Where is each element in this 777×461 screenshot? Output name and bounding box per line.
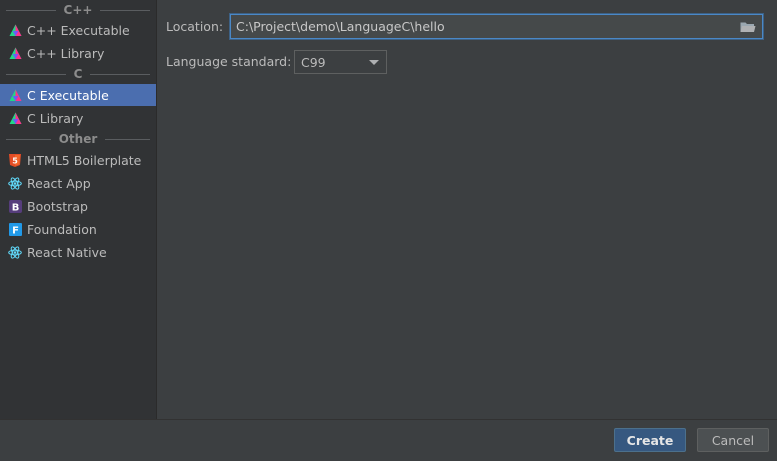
sidebar-item-label: Bootstrap — [27, 198, 88, 214]
svg-text:B: B — [11, 202, 19, 213]
location-field[interactable]: C:\Project\demo\LanguageC\hello — [230, 14, 763, 39]
clion-icon — [8, 23, 22, 37]
group-title: C++ — [63, 3, 93, 17]
sidebar-item-label: C++ Library — [27, 45, 105, 61]
clion-icon — [8, 46, 22, 60]
react-icon — [8, 245, 22, 259]
bootstrap-icon: B — [8, 199, 22, 213]
sidebar-item-label: Foundation — [27, 221, 97, 237]
create-button[interactable]: Create — [614, 428, 686, 452]
react-icon — [8, 176, 22, 190]
foundation-icon: F — [8, 222, 22, 236]
group-title: Other — [58, 132, 98, 146]
sidebar-item-label: HTML5 Boilerplate — [27, 152, 142, 168]
sidebar-item-foundation[interactable]: F Foundation — [0, 218, 156, 240]
sidebar-item-react-native[interactable]: React Native — [0, 241, 156, 263]
clion-icon — [8, 111, 22, 125]
sidebar-item-html5-boilerplate[interactable]: 5 HTML5 Boilerplate — [0, 149, 156, 171]
group-header-cpp: C++ — [0, 3, 156, 17]
sidebar-item-c-executable[interactable]: C Executable — [0, 84, 156, 106]
sidebar-item-react-app[interactable]: React App — [0, 172, 156, 194]
sidebar-item-bootstrap[interactable]: B Bootstrap — [0, 195, 156, 217]
sidebar-item-label: C Library — [27, 110, 84, 126]
sidebar-item-label: React App — [27, 175, 91, 191]
sidebar-item-label: React Native — [27, 244, 107, 260]
cancel-button[interactable]: Cancel — [697, 428, 769, 452]
html5-icon: 5 — [8, 153, 22, 167]
chevron-down-icon — [369, 59, 379, 65]
sidebar-item-cpp-executable[interactable]: C++ Executable — [0, 19, 156, 41]
language-standard-select[interactable]: C99 — [294, 50, 387, 74]
sidebar-item-label: C++ Executable — [27, 22, 130, 38]
language-standard-value: C99 — [301, 54, 326, 70]
sidebar-item-c-library[interactable]: C Library — [0, 107, 156, 129]
language-standard-label: Language standard: — [166, 54, 292, 69]
svg-text:5: 5 — [12, 156, 18, 165]
group-header-other: Other — [0, 132, 156, 146]
folder-icon[interactable] — [740, 20, 758, 34]
sidebar-item-label: C Executable — [27, 87, 109, 103]
project-type-sidebar: C++ C++ Executable C++ Library C C Execu… — [0, 0, 157, 419]
location-input[interactable]: C:\Project\demo\LanguageC\hello — [236, 19, 740, 34]
sidebar-item-cpp-library[interactable]: C++ Library — [0, 42, 156, 64]
group-header-c: C — [0, 67, 156, 81]
location-label: Location: — [166, 19, 224, 34]
clion-icon — [8, 88, 22, 102]
svg-text:F: F — [12, 225, 19, 236]
group-title: C — [73, 67, 83, 81]
